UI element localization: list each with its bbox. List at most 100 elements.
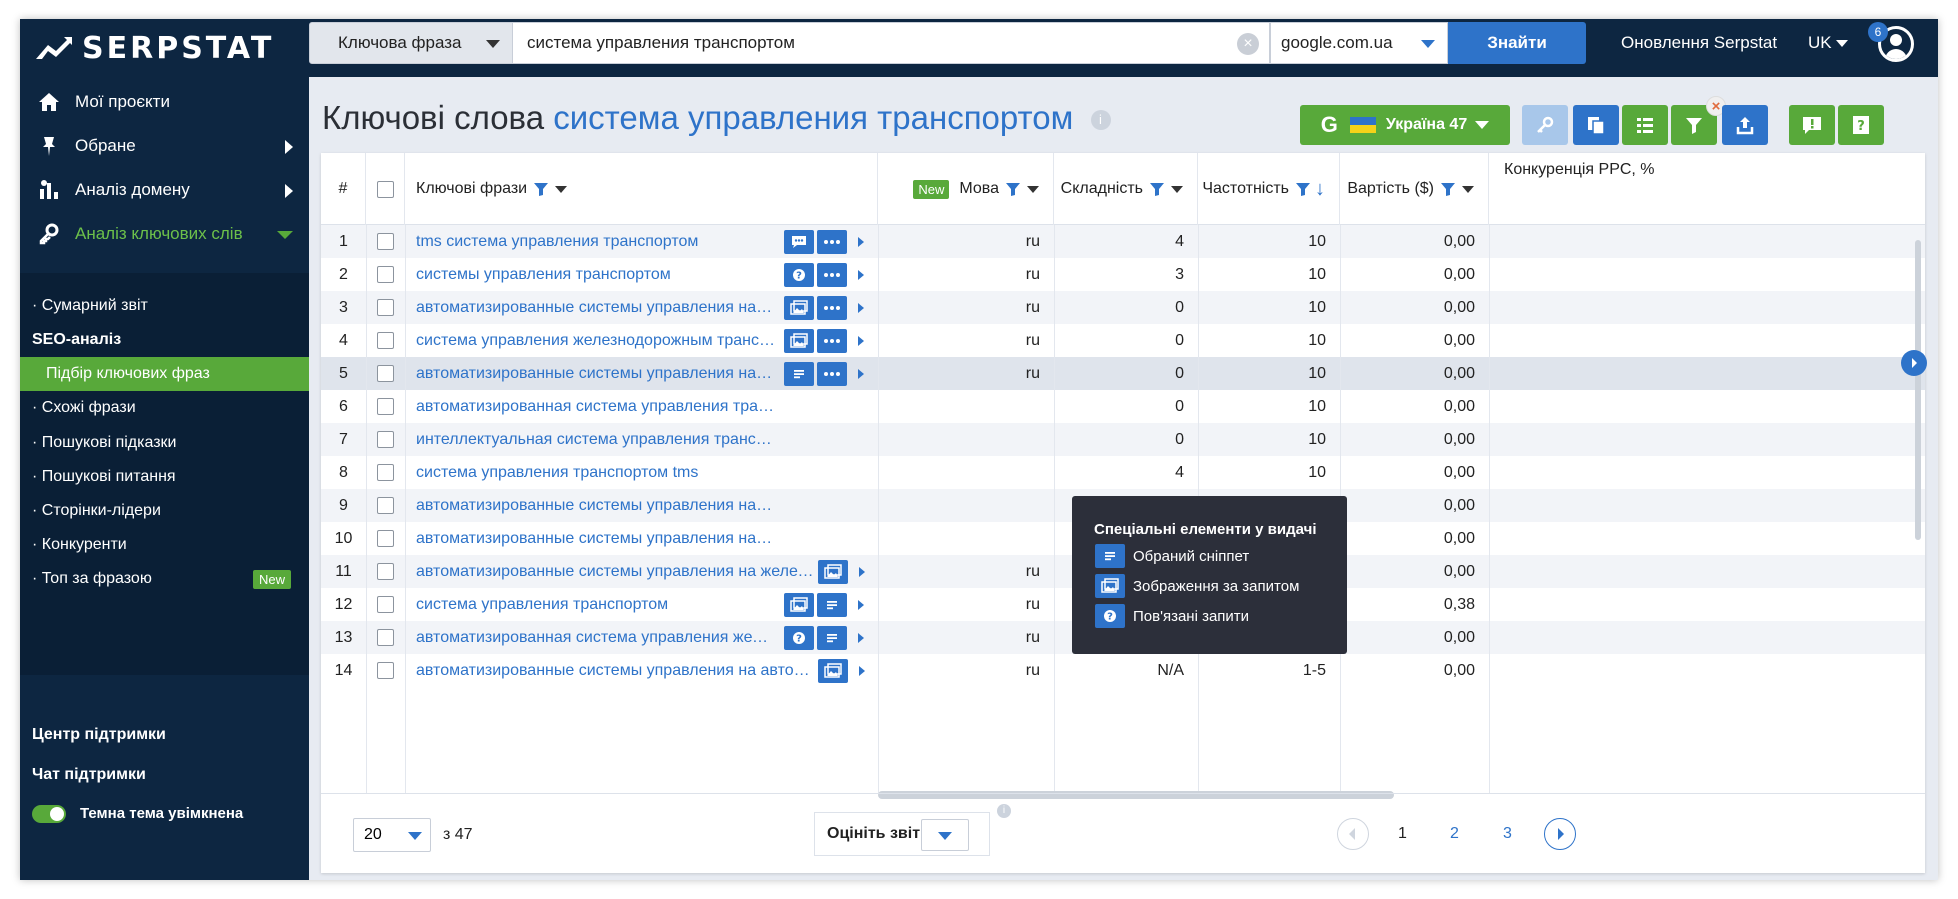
keyword-link[interactable]: автоматизированные системы управления на…: [416, 563, 816, 581]
more-icon[interactable]: [817, 229, 847, 254]
expand-arrow-icon[interactable]: [858, 335, 864, 346]
columns-button[interactable]: [1622, 105, 1668, 145]
keyword-link[interactable]: система управления транспортом: [416, 596, 668, 614]
snippet-icon[interactable]: [817, 625, 847, 650]
sort-caret-icon[interactable]: [1462, 185, 1474, 193]
more-icon[interactable]: [817, 328, 847, 353]
row-checkbox[interactable]: [377, 662, 394, 679]
page-number-current[interactable]: 1: [1398, 825, 1407, 843]
expand-arrow-icon[interactable]: [859, 566, 865, 577]
search-type-select[interactable]: Ключова фраза: [309, 22, 513, 64]
keyword-link[interactable]: автоматизированные системы управления на…: [416, 299, 776, 317]
keyword-tool-button[interactable]: [1522, 105, 1568, 145]
sidebar-subitem-keyword-selection[interactable]: Підбір ключових фраз: [20, 357, 309, 391]
row-checkbox[interactable]: [377, 497, 394, 514]
image-icon[interactable]: [784, 592, 814, 617]
keyword-link[interactable]: система управления железнодорожным транс…: [416, 332, 776, 350]
table-row[interactable]: 5 автоматизированные системы управления н…: [321, 357, 1925, 390]
snippet-icon[interactable]: [817, 592, 847, 617]
column-header-cost[interactable]: Вартість ($): [1340, 153, 1489, 225]
row-checkbox[interactable]: [377, 332, 394, 349]
search-db-select[interactable]: google.com.ua: [1270, 22, 1448, 64]
sidebar-subitem-questions[interactable]: · Пошукові питання: [32, 460, 309, 494]
image-icon[interactable]: [818, 658, 848, 683]
serpstat-logo[interactable]: SERPSTAT: [34, 28, 274, 68]
keyword-link[interactable]: интеллектуальная система управления тран…: [416, 431, 776, 449]
more-icon[interactable]: [817, 361, 847, 386]
column-header-frequency[interactable]: Частотність ↓: [1198, 153, 1340, 225]
row-checkbox[interactable]: [377, 431, 394, 448]
support-chat-link[interactable]: Чат підтримки: [32, 766, 146, 784]
row-checkbox[interactable]: [377, 233, 394, 250]
keyword-link[interactable]: системы управления транспортом: [416, 266, 671, 284]
filter-button[interactable]: ×: [1671, 96, 1726, 145]
search-button[interactable]: Знайти: [1448, 22, 1586, 64]
expand-arrow-icon[interactable]: [859, 665, 865, 676]
more-icon[interactable]: [817, 295, 847, 320]
sort-caret-icon[interactable]: [555, 185, 568, 193]
dark-theme-toggle[interactable]: [32, 805, 66, 823]
sidebar-item-favorites[interactable]: Обране: [20, 126, 309, 166]
row-checkbox[interactable]: [377, 563, 394, 580]
page-number[interactable]: 2: [1450, 825, 1459, 843]
expand-arrow-icon[interactable]: [858, 599, 864, 610]
question-icon[interactable]: ?: [784, 262, 814, 287]
sidebar-item-domain-analysis[interactable]: Аналіз домену: [20, 170, 309, 210]
sidebar-item-keyword-analysis[interactable]: Аналіз ключових слів: [20, 214, 309, 254]
scroll-right-button[interactable]: [1901, 350, 1927, 376]
table-row[interactable]: 2 системы управления транспортом? ru 3 10 0,0…: [321, 258, 1925, 291]
select-all-checkbox[interactable]: [376, 180, 394, 198]
page-size-select[interactable]: 20: [353, 818, 431, 852]
sidebar-subitem-suggestions[interactable]: · Пошукові підказки: [32, 426, 309, 460]
expand-arrow-icon[interactable]: [858, 368, 864, 379]
help-button[interactable]: ?: [1838, 105, 1884, 145]
prev-page-button[interactable]: [1337, 818, 1369, 850]
filter-icon[interactable]: [1295, 181, 1311, 197]
sort-caret-icon[interactable]: [1171, 185, 1183, 193]
filter-icon[interactable]: [1149, 181, 1165, 197]
keyword-link[interactable]: tms система управления транспортом: [416, 233, 698, 251]
row-checkbox[interactable]: [377, 464, 394, 481]
row-checkbox[interactable]: [377, 299, 394, 316]
keyword-link[interactable]: автоматизированная система управления тр…: [416, 398, 776, 416]
column-header-difficulty[interactable]: Складність: [1054, 153, 1198, 225]
keyword-link[interactable]: автоматизированная система управления же…: [416, 629, 776, 647]
vertical-scrollbar[interactable]: [1915, 240, 1921, 540]
keyword-link[interactable]: автоматизированные системы управления на…: [416, 530, 776, 548]
table-row[interactable]: 4 система управления железнодорожным тран…: [321, 324, 1925, 357]
next-page-button[interactable]: [1544, 818, 1576, 850]
keyword-link[interactable]: автоматизированные системы управления на…: [416, 497, 776, 515]
row-checkbox[interactable]: [377, 266, 394, 283]
table-row[interactable]: 1 tms система управления транспортом ru 4 10…: [321, 225, 1925, 258]
page-number[interactable]: 3: [1503, 825, 1512, 843]
column-header-lang[interactable]: New Мова: [878, 153, 1054, 225]
clear-icon[interactable]: ×: [1237, 33, 1259, 55]
expand-arrow-icon[interactable]: [858, 236, 864, 247]
table-row[interactable]: 3 автоматизированные системы управления н…: [321, 291, 1925, 324]
sidebar-subitem-similar[interactable]: · Схожі фрази: [32, 391, 309, 425]
export-button[interactable]: [1722, 105, 1768, 145]
keyword-link[interactable]: система управления транспортом tms: [416, 464, 698, 482]
sidebar-subitem-top-pages[interactable]: · Сторінки-лідери: [32, 494, 309, 528]
more-icon[interactable]: [817, 262, 847, 287]
sort-caret-icon[interactable]: [1027, 185, 1039, 193]
sidebar-item-projects[interactable]: Мої проєкти: [20, 82, 309, 122]
filter-icon[interactable]: [1005, 181, 1021, 197]
row-checkbox[interactable]: [377, 629, 394, 646]
chat-icon[interactable]: [784, 229, 814, 254]
expand-arrow-icon[interactable]: [858, 632, 864, 643]
table-row[interactable]: 14 автоматизированные системы управления …: [321, 654, 1925, 687]
sidebar-subitem-top-by-phrase[interactable]: · Топ за фразою New: [32, 562, 309, 596]
row-checkbox[interactable]: [377, 596, 394, 613]
question-icon[interactable]: ?: [784, 625, 814, 650]
column-header-keyword[interactable]: Ключові фрази: [405, 153, 878, 225]
support-center-link[interactable]: Центр підтримки: [32, 726, 166, 744]
search-input[interactable]: система управления транспортом ×: [513, 22, 1270, 64]
row-checkbox[interactable]: [377, 530, 394, 547]
keyword-link[interactable]: автоматизированные системы управления на…: [416, 662, 816, 680]
filter-icon[interactable]: [533, 181, 549, 197]
sort-desc-icon[interactable]: ↓: [1315, 178, 1325, 201]
info-icon[interactable]: i: [997, 804, 1011, 818]
row-checkbox[interactable]: [377, 398, 394, 415]
sidebar-subitem-competitors[interactable]: · Конкуренти: [32, 528, 309, 562]
